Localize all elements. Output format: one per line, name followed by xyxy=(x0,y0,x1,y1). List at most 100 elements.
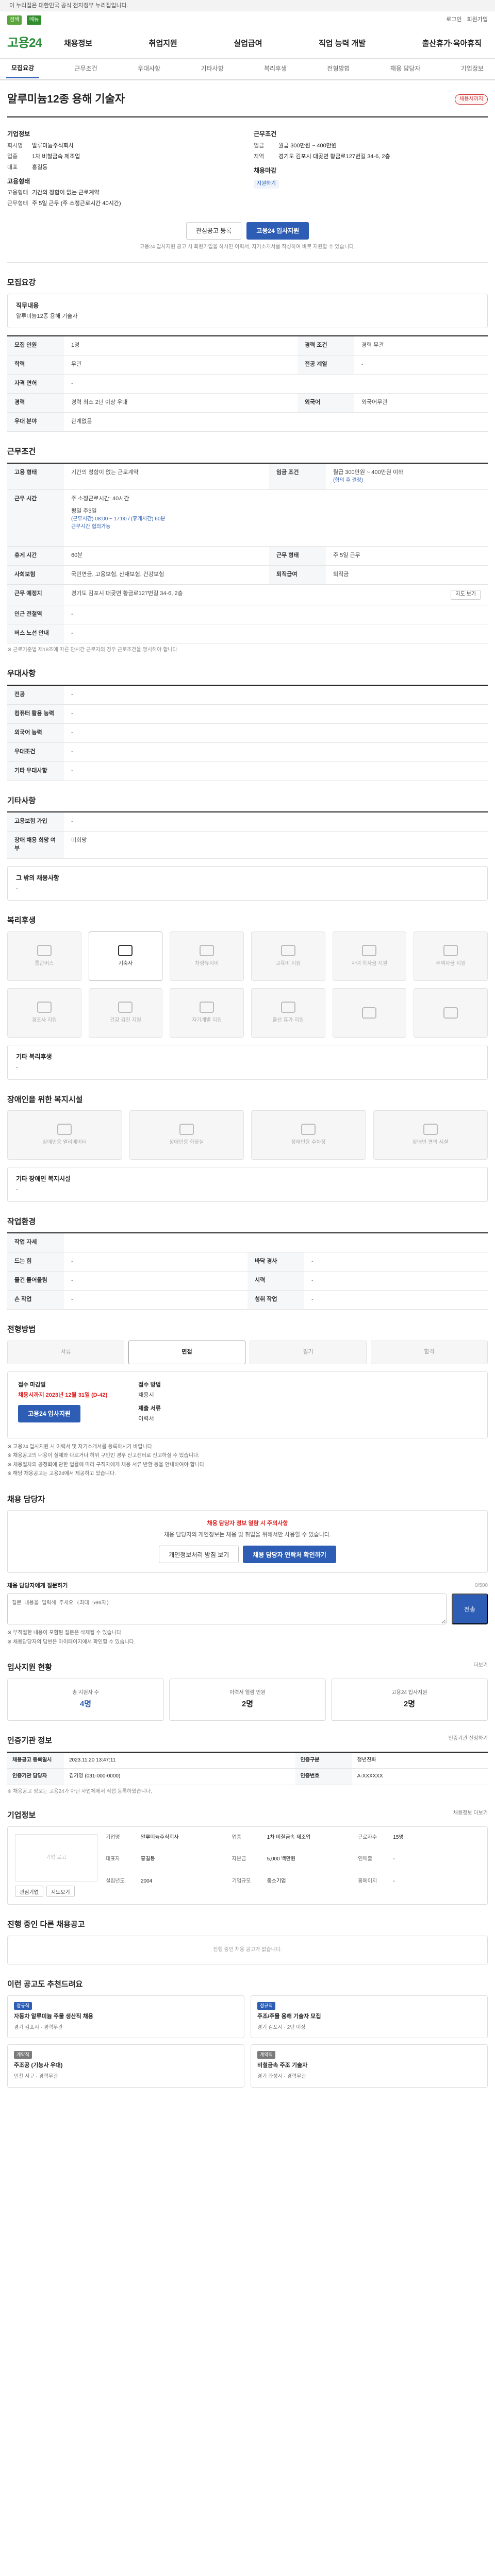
blank-icon xyxy=(362,1007,377,1019)
login-link[interactable]: 로그인 xyxy=(446,16,461,24)
company-more-button[interactable]: 채용정보 더보기 xyxy=(453,1810,488,1818)
qa-head: 채용 담당자에게 질문하기 0/500 xyxy=(7,1582,488,1590)
hours-hint: 근무시간 협의가능 xyxy=(71,523,111,530)
tab-preferences[interactable]: 우대사항 xyxy=(133,60,166,77)
apply-button-2[interactable]: 고용24 입사지원 xyxy=(18,1404,80,1422)
company-map-button[interactable]: 지도보기 xyxy=(46,1886,75,1897)
stat-card: 고용24 입사지원 2명 xyxy=(331,1678,488,1721)
welfare-tile: 건강 검진 지원 xyxy=(88,988,163,1038)
welfare-grid: 통근버스 기숙사 차량유지비 교육비 지원 자녀 학자금 지원 주택자금 지원 … xyxy=(7,931,488,1038)
tab-etc[interactable]: 기타사항 xyxy=(195,60,228,77)
deadline-summary-title: 채용마감 xyxy=(254,166,277,174)
cell-key: 컴퓨터 활용 능력 xyxy=(7,704,64,724)
welfare-tile: 기숙사 xyxy=(88,931,163,981)
menu-icon[interactable]: 메뉴 xyxy=(27,15,41,25)
tab-company[interactable]: 기업정보 xyxy=(456,60,489,77)
contact-button[interactable]: 채용 담당자 연락처 확인하기 xyxy=(243,1546,336,1564)
apply-value: 이력서 xyxy=(138,1415,154,1422)
join-link[interactable]: 회원가입 xyxy=(467,16,488,24)
cond-summary: 근무조건 임금 월급 300만원 ~ 400만원 지역 경기도 김포시 대곶면 황금… xyxy=(254,130,488,161)
cert-title-row: 인증기관 정보 인증기관 신청하기 xyxy=(7,1735,488,1752)
stat-label: 총 지원자 수 xyxy=(72,1689,99,1696)
recommend-card[interactable]: 계약직 주조공 (기능사 우대) 인천 서구 · 경력무관 xyxy=(7,2044,244,2088)
recommend-card[interactable]: 정규직 주조/주물 용해 기술자 모집 경기 김포시 · 2년 이상 xyxy=(251,1995,488,2039)
car-icon xyxy=(200,944,214,956)
disability-section: 장애인을 위한 복지시설 장애인용 엘리베이터 장애인용 화장실 장애인용 주차… xyxy=(7,1080,488,1202)
apply-actions: 관심공고 등록 고용24 입사지원 xyxy=(7,222,488,240)
cond-summary-title: 근무조건 xyxy=(254,130,277,138)
work-section: 근무조건 고용 형태 기간의 정함이 없는 근로계약 임금 조건 월급 300만… xyxy=(7,432,488,654)
summary-key: 업종 xyxy=(7,153,18,160)
recruit-table: 모집 인원 1명 경력 조건 경력 무관 학력 무관 전공 계열 - 자격 면허 - 경력 경력… xyxy=(7,335,488,432)
qa-input[interactable] xyxy=(7,1594,447,1625)
summary-value: 기간의 정함이 없는 근로계약 xyxy=(32,190,100,196)
apply-button[interactable]: 고용24 입사지원 xyxy=(246,222,309,240)
manager-alert: 채용 담당자 정보 열람 시 주의사항 채용 담당자의 개인정보는 채용 및 취… xyxy=(7,1510,488,1573)
field-value: 1차 비철금속 제조업 xyxy=(267,1835,311,1841)
summary-row: 임금 월급 300만원 ~ 400만원 xyxy=(254,142,488,150)
recommend-card[interactable]: 계약직 비철금속 주조 기술자 경기 화성시 · 경력무관 xyxy=(251,2044,488,2088)
cell-value: - xyxy=(64,374,488,394)
favorite-company-button[interactable]: 관심기업 xyxy=(15,1886,43,1897)
cell-key: 자격 면허 xyxy=(7,374,64,394)
blank-icon xyxy=(443,1007,458,1019)
tab-work-conditions[interactable]: 근무조건 xyxy=(69,60,102,77)
recommend-tag: 계약직 xyxy=(257,2051,275,2059)
manager-title: 채용 담당자 xyxy=(7,1495,45,1504)
cell-value: 청년친화 xyxy=(352,1752,488,1769)
stat-label: 고용24 입사지원 xyxy=(391,1689,427,1696)
stats-more-link[interactable]: 더보기 xyxy=(473,1662,488,1670)
process-step: 면접 xyxy=(128,1340,245,1364)
book-icon xyxy=(280,944,295,956)
list-item: ※ 채용담당자의 답변은 마이페이지에서 확인할 수 있습니다. xyxy=(7,1639,136,1645)
summary-value: 홍길동 xyxy=(32,164,48,171)
cell-value: - xyxy=(64,624,488,643)
list-item: ※ 부적절한 내용이 포함된 질문은 삭제될 수 있습니다. xyxy=(7,1630,123,1636)
search-icon[interactable]: 검색 xyxy=(7,15,22,25)
site-logo[interactable]: 고용24 xyxy=(7,35,47,53)
field-key: 홈페이지 xyxy=(358,1878,377,1884)
nav-item-employment-support[interactable]: 취업지원 xyxy=(143,38,184,49)
stat-label: 이력서 열람 인원 xyxy=(229,1689,266,1696)
table-row: 경력 경력 최소 2년 이상 우대 외국어 외국어무관 xyxy=(7,393,488,413)
utility-bar: 검색 메뉴 로그인 회원가입 xyxy=(0,11,495,29)
recommend-card-meta: 인천 서구 · 경력무관 xyxy=(14,2074,58,2080)
tab-manager[interactable]: 채용 담당자 xyxy=(385,60,426,77)
tab-process[interactable]: 전형방법 xyxy=(322,60,355,77)
map-button[interactable]: 지도 보기 xyxy=(451,590,481,600)
alert-text: 채용 담당자의 개인정보는 채용 및 취업을 위해서만 사용할 수 있습니다. xyxy=(163,1532,332,1538)
cert-button[interactable]: 인증기관 신청하기 xyxy=(449,1735,488,1743)
recommend-card-title: 주조공 (기능사 우대) xyxy=(14,2062,63,2069)
address-text: 경기도 김포시 대곶면 황금로127번길 34-6, 2층 xyxy=(71,590,183,597)
nav-item-vocational-training[interactable]: 직업 능력 개발 xyxy=(312,38,372,49)
qa-send-button[interactable]: 전송 xyxy=(452,1594,488,1625)
tab-welfare[interactable]: 복리후생 xyxy=(259,60,292,77)
cell-key: 인근 전철역 xyxy=(7,605,64,624)
cell-value: 경력 무관 xyxy=(354,336,488,356)
nav-item-parental-leave[interactable]: 출산휴가·육아휴직 xyxy=(416,38,488,49)
table-row: 손 작업 - 청취 작업 - xyxy=(7,1290,488,1310)
welfare-tile-label: 차량유지비 xyxy=(195,960,219,967)
tab-recruit[interactable]: 모집요강 xyxy=(6,60,40,78)
etc-box-text: - xyxy=(16,885,18,892)
disability-title: 장애인을 위한 복지시설 xyxy=(7,1095,83,1104)
disability-grid: 장애인용 엘리베이터 장애인용 화장실 장애인용 주차장 장애인 편의 시설 xyxy=(7,1110,488,1160)
privacy-button[interactable]: 개인정보처리 방침 보기 xyxy=(159,1546,239,1564)
recommend-card-title: 자동차 알루미늄 주물 생산직 채용 xyxy=(14,2013,93,2020)
table-row: 장애 채용 희망 여부 미희망 xyxy=(7,831,488,859)
field-value: - xyxy=(393,1878,395,1884)
table-row: 드는 힘 - 바닥 경사 - xyxy=(7,1252,488,1272)
disability-box: 기타 장애인 복지시설 - xyxy=(7,1167,488,1202)
table-row: 고용보험 가입 - xyxy=(7,812,488,832)
summary-row: 근무형태 주 5일 근무 (주 소정근로시간 40시간) xyxy=(7,200,241,208)
employ-summary-title: 고용형태 xyxy=(7,177,30,185)
nav-item-jobs[interactable]: 채용정보 xyxy=(58,38,98,49)
table-row: 우대조건 - xyxy=(7,742,488,762)
wheelchair-icon xyxy=(423,1124,438,1136)
cell-value: 주 소정근로시간: 40시간 평일 주5일 (근무시간) 08:00 ~ 17:… xyxy=(64,489,488,547)
scrap-button[interactable]: 관심공고 등록 xyxy=(186,222,242,240)
employ-summary: 고용형태 고용형태 기간의 정함이 없는 근로계약 근무형태 주 5일 근무 (주 … xyxy=(7,177,241,208)
recommend-card[interactable]: 정규직 자동차 알루미늄 주물 생산직 채용 경기 김포시 · 경력무관 xyxy=(7,1995,244,2039)
stat-card: 이력서 열람 인원 2명 xyxy=(169,1678,326,1721)
nav-item-unemployment-benefit[interactable]: 실업급여 xyxy=(227,38,268,49)
